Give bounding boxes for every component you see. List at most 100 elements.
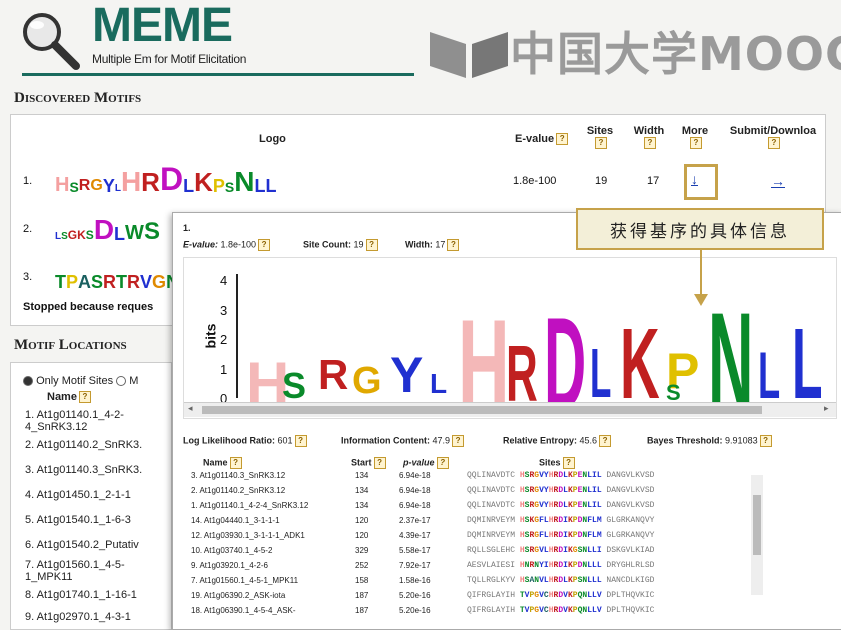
popup-evalue: E-value: 1.8e-100? [183, 239, 271, 251]
location-item[interactable]: 6. At1g01540.2_Putativ [25, 539, 175, 551]
motif-locations-panel: Only Motif Sites M Name? 1. At1g01140.1_… [10, 362, 172, 630]
site-start: 329 [355, 546, 369, 555]
site-name: 19. At1g06390.2_ASK-iota [191, 591, 286, 600]
logo-letter: G [352, 360, 382, 402]
site-pvalue: 5.20e-16 [399, 591, 431, 600]
motif-logo-thumbnail[interactable]: TPASRTRVGN [55, 255, 179, 291]
ytick: 1 [220, 361, 228, 377]
popup-site-count-label: Site Count: [303, 239, 351, 250]
width-value: 17 [647, 175, 660, 187]
stat-bt-value: 9.91083 [725, 435, 758, 446]
help-icon[interactable]: ? [258, 239, 271, 251]
location-item[interactable]: 2. At1g01140.2_SnRK3. [25, 439, 175, 451]
header-rule [22, 73, 414, 76]
help-icon[interactable]: ? [599, 435, 612, 447]
sites-col-start: Start? [351, 457, 386, 469]
sites-value: 19 [595, 175, 608, 187]
help-icon[interactable]: ? [556, 133, 569, 146]
scrollbar-thumb[interactable] [202, 406, 762, 414]
help-icon[interactable]: ? [229, 457, 242, 469]
submit-link[interactable]: → [771, 173, 785, 189]
brand-title: MEME [92, 0, 233, 52]
logo-yaxis [236, 274, 238, 398]
scroll-right-icon[interactable]: ▸ [824, 403, 829, 414]
motif-logo-thumbnail[interactable]: HSRGYLHRDLKPSNLL [55, 159, 276, 196]
site-left-flank: TQLLRGLKYV [467, 576, 520, 585]
popup-number: 1. [183, 223, 191, 233]
ytick: 2 [220, 332, 228, 347]
help-icon[interactable]: ? [759, 435, 772, 447]
help-icon[interactable]: ? [365, 239, 378, 251]
site-sequence: AESVLAIESI HNRNYIHRDIKPDNLLL DRYGHLRLSD [467, 561, 654, 570]
horizontal-scrollbar[interactable]: ◂ ▸ [184, 402, 836, 417]
logo-letter: L [590, 334, 612, 412]
stat-ic: Information Content: 47.9? [341, 435, 465, 447]
sites-col-name: Name? [203, 457, 242, 469]
site-right-flank: DPLTHQVKIC [601, 606, 655, 615]
sites-col-pvalue: p-value? [403, 457, 449, 469]
help-icon[interactable]: ? [644, 137, 656, 150]
help-icon[interactable]: ? [294, 435, 307, 447]
motif-logo-thumbnail[interactable]: LSGKSDLWS [55, 207, 160, 244]
col-more: More? [679, 125, 711, 150]
location-item[interactable]: 7. At1g01560.1_4-5-1_MPK11 [25, 559, 145, 583]
logo-letter: N [708, 283, 754, 419]
site-sequence: QQLINAVDTC HSRGVYHRDLKPENLIL DANGVLKVSD [467, 501, 654, 510]
location-item[interactable]: 1. At1g01140.1_4-2-4_SnRK3.12 [25, 409, 155, 433]
location-item[interactable]: 8. At1g01740.1_1-16-1 [25, 589, 175, 601]
site-right-flank: GLGRKANQVY [601, 531, 655, 540]
site-right-flank: NANCDLKIGD [601, 576, 655, 585]
help-icon[interactable]: ? [768, 137, 780, 150]
site-sequence: DQMINRVEYM HSRGFLHRDIKPDNFLM GLGRKANQVY [467, 531, 654, 540]
logo-letter: Y [390, 347, 424, 403]
col-width: Width? [631, 125, 667, 150]
site-sequence: QIFRGLAYIH TVPGVCHRDVKPQNLLV DPLTHQVKIC [467, 606, 654, 615]
location-item[interactable]: 5. At1g01540.1_1-6-3 [25, 514, 175, 526]
radio-other[interactable] [116, 376, 127, 387]
help-icon[interactable]: ? [452, 435, 465, 447]
site-left-flank: QIFRGLAYIH [467, 606, 520, 615]
site-pvalue: 6.94e-18 [399, 486, 431, 495]
scrollbar-thumb[interactable] [753, 495, 761, 555]
site-left-flank: AESVLAIESI [467, 561, 520, 570]
popup-width-label: Width: [405, 239, 433, 250]
logo-letter: K [620, 308, 660, 419]
sites-col-sites: Sites? [539, 457, 575, 469]
location-item[interactable]: 3. At1g01140.3_SnRK3. [25, 464, 175, 476]
site-start: 120 [355, 531, 369, 540]
site-name: 12. At1g03930.1_3-1-1-1_ADK1 [191, 531, 305, 540]
vertical-scrollbar[interactable] [751, 475, 763, 595]
name-header-label: Name [47, 391, 77, 403]
location-item[interactable]: 9. At1g02970.1_4-3-1 [25, 611, 175, 623]
help-icon[interactable]: ? [562, 457, 575, 469]
stat-llr-label: Log Likelihood Ratio: [183, 435, 275, 446]
mooc-watermark: 中国大学MOOC [428, 18, 841, 84]
site-left-flank: DQMINRVEYM [467, 516, 520, 525]
site-name: 7. At1g01560.1_4-5-1_MPK11 [191, 576, 299, 585]
help-icon[interactable]: ? [373, 457, 386, 469]
stat-re-value: 45.6 [579, 435, 598, 446]
evalue-value: 1.8e-100 [513, 175, 557, 187]
site-pvalue: 4.39e-17 [399, 531, 431, 540]
help-icon[interactable]: ? [78, 391, 91, 404]
motif-locations-title: Motif Locations [14, 337, 127, 353]
site-name: 10. At1g03740.1_4-5-2 [191, 546, 273, 555]
radio-only-sites[interactable] [23, 376, 33, 387]
popup-width: Width: 17? [405, 239, 460, 251]
site-sequence: QQLINAVDTC HSRGVYHRDLKPENLIL DANGVLKVSD [467, 486, 654, 495]
row-number: 1. [23, 175, 33, 187]
logo-letter: L [758, 338, 781, 412]
site-left-flank: QIFRGLAYIH [467, 591, 520, 600]
help-icon[interactable]: ? [690, 137, 702, 150]
location-item[interactable]: 4. At1g01450.1_2-1-1 [25, 489, 175, 501]
help-icon[interactable]: ? [595, 137, 607, 150]
site-right-flank: DRYGHLRLSD [601, 561, 655, 570]
help-icon[interactable]: ? [447, 239, 460, 251]
brand-subtitle: Multiple Em for Motif Elicitation [92, 52, 247, 66]
motif-logo: bits 4 3 2 1 0 H S R G Y L H R D L K P S… [183, 257, 837, 419]
col-submit-label: Submit/Downloa [729, 125, 817, 137]
ytick: 4 [220, 273, 228, 288]
help-icon[interactable]: ? [436, 457, 449, 469]
scroll-left-icon[interactable]: ◂ [188, 403, 193, 414]
stopped-message: Stopped because reques [23, 301, 154, 313]
